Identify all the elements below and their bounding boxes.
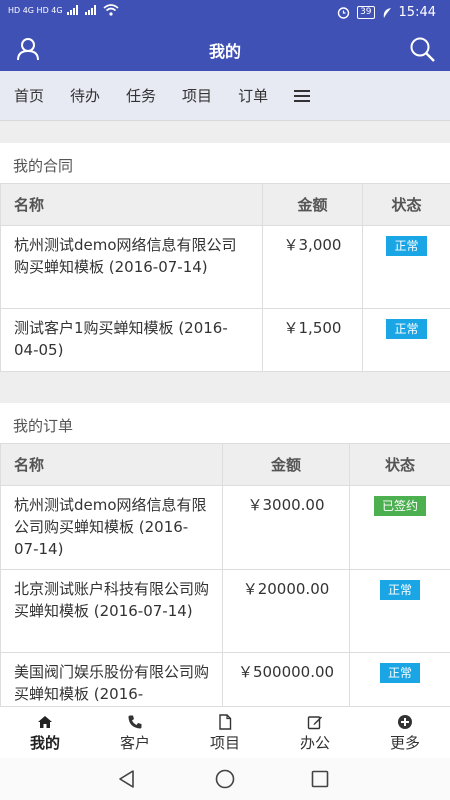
contract-name[interactable]: 杭州测试demo网络信息有限公司购买蝉知模板 (2016-07-14) (0, 225, 263, 309)
bottom-navigation: 我的 客户 项目 办公 更多 (0, 706, 450, 758)
recent-apps-icon[interactable] (309, 768, 331, 790)
status-right: 39 15:44 (337, 5, 436, 20)
nav-item-office[interactable]: 办公 (270, 707, 360, 758)
contract-name[interactable]: 测试客户1购买蝉知模板 (2016-04-05) (0, 308, 263, 372)
column-header-amount: 金额 (222, 443, 350, 486)
table-row[interactable]: 测试客户1购买蝉知模板 (2016-04-05) ￥1,500 正常 (0, 308, 450, 372)
order-amount: ￥500000.00 (222, 652, 350, 706)
order-amount: ￥20000.00 (222, 569, 350, 653)
status-badge: 正常 (386, 236, 427, 256)
app-header: 我的 (0, 26, 450, 71)
nav-label: 项目 (209, 734, 240, 752)
document-icon (219, 714, 232, 730)
order-name[interactable]: 杭州测试demo网络信息有限公司购买蝉知模板 (2016-07-14) (0, 485, 223, 570)
nav-item-more[interactable]: 更多 (360, 707, 450, 758)
table-header-row: 名称 金额 状态 (0, 443, 450, 486)
search-icon[interactable] (408, 35, 436, 63)
battery-level: 39 (357, 6, 375, 19)
nav-label: 客户 (119, 734, 150, 752)
tab-projects[interactable]: 项目 (182, 85, 212, 106)
edit-icon (307, 716, 322, 730)
clock-time: 15:44 (398, 5, 436, 20)
nav-item-projects[interactable]: 项目 (180, 707, 270, 758)
contract-status-cell: 正常 (362, 225, 450, 309)
network-indicators-text: HD 4G HD 4G (8, 5, 63, 15)
tab-home[interactable]: 首页 (14, 85, 44, 106)
order-name[interactable]: 北京测试账户科技有限公司购买蝉知模板 (2016-07-14) (0, 569, 223, 653)
system-navigation-bar (0, 758, 450, 800)
signal-icon-2 (84, 5, 96, 15)
main-content[interactable]: 我的合同 名称 金额 状态 杭州测试demo网络信息有限公司购买蝉知模板 (20… (0, 121, 450, 706)
contract-amount: ￥3,000 (262, 225, 363, 309)
status-badge: 正常 (386, 319, 427, 339)
home-button-icon[interactable] (214, 768, 236, 790)
table-row[interactable]: 杭州测试demo网络信息有限公司购买蝉知模板 (2016-07-14) ￥3,0… (0, 225, 450, 309)
tab-orders[interactable]: 订单 (238, 85, 268, 106)
status-badge: 正常 (379, 663, 420, 683)
tab-bar: 首页 待办 任务 项目 订单 (0, 71, 450, 121)
order-status-cell: 正常 (349, 569, 450, 653)
nav-item-mine[interactable]: 我的 (0, 707, 90, 758)
nav-label: 更多 (389, 734, 420, 752)
signal-icon (66, 5, 78, 15)
status-bar: HD 4G HD 4G 39 15:44 (0, 0, 450, 26)
home-icon (38, 716, 52, 728)
column-header-status: 状态 (362, 183, 450, 226)
order-name[interactable]: 美国阀门娱乐股份有限公司购买蝉知模板 (2016- (0, 652, 223, 706)
plus-circle-icon (398, 715, 412, 729)
column-header-status: 状态 (349, 443, 450, 486)
table-header-row: 名称 金额 状态 (0, 183, 450, 226)
status-badge: 正常 (379, 580, 420, 600)
tab-todo[interactable]: 待办 (70, 85, 100, 106)
nav-label: 我的 (29, 734, 60, 752)
column-header-name: 名称 (0, 443, 223, 486)
charging-icon (383, 7, 391, 18)
status-badge: 已签约 (373, 496, 426, 516)
tab-tasks[interactable]: 任务 (126, 85, 156, 106)
nav-item-customers[interactable]: 客户 (90, 707, 180, 758)
contracts-section: 我的合同 名称 金额 状态 杭州测试demo网络信息有限公司购买蝉知模板 (20… (0, 143, 450, 372)
contract-status-cell: 正常 (362, 308, 450, 372)
wifi-icon (103, 4, 119, 16)
order-amount: ￥3000.00 (222, 485, 350, 570)
column-header-name: 名称 (0, 183, 263, 226)
orders-section: 我的订单 名称 金额 状态 杭州测试demo网络信息有限公司购买蝉知模板 (20… (0, 403, 450, 706)
table-row[interactable]: 杭州测试demo网络信息有限公司购买蝉知模板 (2016-07-14) ￥300… (0, 485, 450, 570)
contracts-title: 我的合同 (13, 157, 74, 175)
table-row[interactable]: 美国阀门娱乐股份有限公司购买蝉知模板 (2016- ￥500000.00 正常 (0, 652, 450, 706)
nav-label: 办公 (299, 734, 330, 752)
page-title: 我的 (208, 42, 241, 61)
contracts-table: 名称 金额 状态 杭州测试demo网络信息有限公司购买蝉知模板 (2016-07… (0, 183, 450, 372)
order-status-cell: 已签约 (349, 485, 450, 570)
phone-icon (128, 715, 142, 729)
orders-title: 我的订单 (13, 417, 74, 435)
orders-table: 名称 金额 状态 杭州测试demo网络信息有限公司购买蝉知模板 (2016-07… (0, 443, 450, 706)
back-icon[interactable] (116, 768, 138, 790)
order-status-cell: 正常 (349, 652, 450, 706)
alarm-icon (337, 7, 350, 19)
column-header-amount: 金额 (262, 183, 363, 226)
signal-indicators: HD 4G HD 4G (8, 4, 119, 16)
contract-amount: ￥1,500 (262, 308, 363, 372)
menu-icon[interactable] (294, 89, 311, 102)
table-row[interactable]: 北京测试账户科技有限公司购买蝉知模板 (2016-07-14) ￥20000.0… (0, 569, 450, 653)
